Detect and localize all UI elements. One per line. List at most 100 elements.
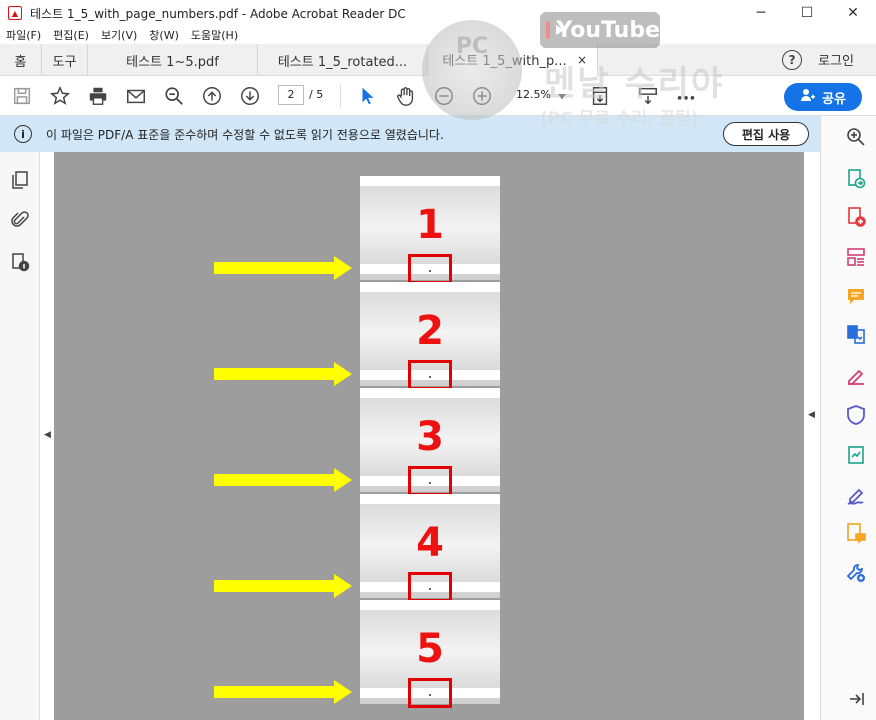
add-user-icon bbox=[800, 87, 816, 107]
tab-close-icon[interactable]: × bbox=[577, 53, 587, 67]
highlight-box bbox=[408, 572, 452, 602]
highlight-box bbox=[408, 678, 452, 708]
page-number-label: 5 bbox=[416, 626, 444, 672]
toolbar: 2 / 5 12.5% 공유 bbox=[0, 76, 876, 116]
page-number-label: 2 bbox=[416, 308, 444, 354]
highlight-box bbox=[408, 254, 452, 284]
page-header-strip bbox=[360, 176, 500, 186]
save-icon[interactable] bbox=[10, 84, 34, 108]
combine-files-icon[interactable] bbox=[845, 324, 867, 346]
pdf-page-4: 4 bbox=[360, 494, 500, 602]
yellow-arrow-icon bbox=[214, 256, 352, 280]
page-number-label: 3 bbox=[416, 414, 444, 460]
tab-document-3-label: 테스트 1_5_with_p... bbox=[442, 54, 567, 69]
yellow-arrow-icon bbox=[214, 468, 352, 492]
help-icon[interactable]: ? bbox=[782, 49, 803, 70]
tab-home[interactable]: 홈 bbox=[0, 44, 42, 76]
menu-file[interactable]: 파일(F) bbox=[6, 27, 41, 43]
close-button[interactable]: ✕ bbox=[830, 0, 876, 26]
attachment-icon[interactable] bbox=[10, 210, 30, 230]
menu-edit[interactable]: 편집(E) bbox=[53, 27, 89, 43]
create-pdf-icon[interactable] bbox=[845, 206, 867, 228]
optimize-pdf-icon[interactable] bbox=[845, 444, 867, 466]
title-bar: ▲ 테스트 1_5_with_page_numbers.pdf - Adobe … bbox=[0, 0, 876, 26]
page-thumbnails-icon[interactable] bbox=[10, 170, 30, 190]
right-panel-toggle[interactable]: ◀ bbox=[804, 152, 820, 720]
page-header-strip bbox=[360, 600, 500, 610]
highlight-box bbox=[408, 360, 452, 390]
page-header-strip bbox=[360, 388, 500, 398]
pdf-page-1: 1 bbox=[360, 176, 500, 284]
next-page-icon[interactable] bbox=[238, 84, 262, 108]
yellow-arrow-icon bbox=[214, 574, 352, 598]
toolbar-divider bbox=[340, 84, 341, 108]
tab-bar: 홈 도구 테스트 1~5.pdf 테스트 1_5_rotated... 테스트 … bbox=[0, 44, 876, 76]
comment-icon[interactable] bbox=[845, 286, 867, 308]
document-properties-icon[interactable] bbox=[10, 252, 30, 272]
zoom-in-icon[interactable] bbox=[470, 84, 494, 108]
footer-page-number bbox=[429, 270, 431, 272]
minimize-button[interactable]: ─ bbox=[738, 0, 784, 26]
organize-pages-icon[interactable] bbox=[845, 246, 867, 268]
pdf-page-2: 2 bbox=[360, 282, 500, 390]
acrobat-icon: ▲ bbox=[8, 6, 22, 20]
zoom-dropdown-icon[interactable] bbox=[556, 84, 568, 108]
fit-page-icon[interactable] bbox=[588, 84, 612, 108]
menu-view[interactable]: 보기(V) bbox=[101, 27, 137, 43]
scroll-mode-icon[interactable] bbox=[636, 84, 660, 108]
footer-page-number bbox=[429, 376, 431, 378]
left-panel bbox=[0, 152, 40, 720]
maximize-button[interactable]: ☐ bbox=[784, 0, 830, 26]
more-tools-icon[interactable] bbox=[674, 84, 698, 108]
page-total: / 5 bbox=[309, 88, 324, 101]
login-button[interactable]: 로그인 bbox=[818, 50, 854, 69]
search-icon[interactable] bbox=[162, 84, 186, 108]
share-button[interactable]: 공유 bbox=[784, 83, 862, 111]
zoom-out-icon[interactable] bbox=[432, 84, 456, 108]
share-label: 공유 bbox=[822, 91, 846, 107]
tab-tools[interactable]: 도구 bbox=[42, 44, 88, 76]
zoom-search-icon[interactable] bbox=[845, 126, 867, 148]
page-number-input[interactable]: 2 bbox=[278, 85, 304, 105]
tab-document-2[interactable]: 테스트 1_5_rotated... bbox=[258, 44, 428, 76]
zoom-level[interactable]: 12.5% bbox=[516, 88, 551, 101]
footer-page-number bbox=[429, 482, 431, 484]
pdf-page-5: 5 bbox=[360, 600, 500, 708]
banner-message: 이 파일은 PDF/A 표준을 준수하며 수정할 수 없도록 읽기 전용으로 열… bbox=[46, 127, 444, 142]
export-pdf-icon[interactable] bbox=[845, 168, 867, 190]
mail-icon[interactable] bbox=[124, 84, 148, 108]
print-icon[interactable] bbox=[86, 84, 110, 108]
collapse-left-icon: ◀ bbox=[44, 430, 51, 440]
send-comments-icon[interactable] bbox=[845, 522, 867, 544]
left-panel-toggle[interactable]: ◀ bbox=[40, 152, 54, 720]
menu-window[interactable]: 창(W) bbox=[149, 27, 179, 43]
select-cursor-icon[interactable] bbox=[356, 84, 380, 108]
star-icon[interactable] bbox=[48, 84, 72, 108]
previous-page-icon[interactable] bbox=[200, 84, 224, 108]
menu-help[interactable]: 도움말(H) bbox=[191, 27, 238, 43]
protect-shield-icon[interactable] bbox=[845, 404, 867, 426]
tab-document-3[interactable]: 테스트 1_5_with_p... × bbox=[428, 44, 598, 76]
menu-bar: 파일(F) 편집(E) 보기(V) 창(W) 도움말(H) bbox=[0, 26, 876, 44]
pdfa-info-banner: i 이 파일은 PDF/A 표준을 준수하며 수정할 수 없도록 읽기 전용으로… bbox=[0, 116, 820, 152]
window-title: 테스트 1_5_with_page_numbers.pdf - Adobe Ac… bbox=[30, 6, 406, 21]
yellow-arrow-icon bbox=[214, 680, 352, 704]
highlight-box bbox=[408, 466, 452, 496]
page-header-strip bbox=[360, 494, 500, 504]
request-signature-icon[interactable] bbox=[845, 484, 867, 506]
fill-sign-icon[interactable] bbox=[845, 364, 867, 386]
yellow-arrow-icon bbox=[214, 362, 352, 386]
collapse-right-icon: ◀ bbox=[808, 410, 815, 420]
enable-editing-button[interactable]: 편집 사용 bbox=[723, 122, 809, 146]
more-tools-wrench-icon[interactable] bbox=[845, 562, 867, 584]
expand-panel-icon[interactable] bbox=[845, 688, 867, 710]
tools-panel bbox=[820, 116, 876, 720]
tab-document-1[interactable]: 테스트 1~5.pdf bbox=[88, 44, 258, 76]
footer-page-number bbox=[429, 588, 431, 590]
footer-page-number bbox=[429, 694, 431, 696]
hand-tool-icon[interactable] bbox=[394, 84, 418, 108]
page-number-label: 1 bbox=[416, 202, 444, 248]
page-number-label: 4 bbox=[416, 520, 444, 566]
document-viewport[interactable]: 1 2 3 4 5 bbox=[54, 152, 804, 720]
info-icon: i bbox=[14, 125, 32, 143]
